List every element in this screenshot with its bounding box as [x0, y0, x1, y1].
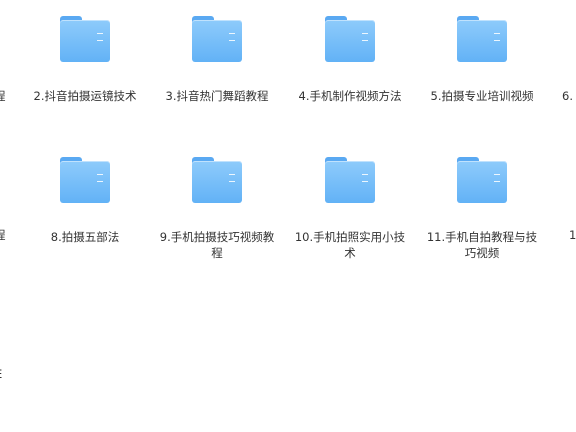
folder-name: 4.手机制作视频方法 — [298, 89, 402, 103]
folder-name: 2.抖音拍摄运镜技术 — [33, 89, 137, 103]
clipped-text-left: 程 — [0, 227, 6, 243]
folder-icon — [192, 157, 242, 203]
folder-icon — [60, 157, 110, 203]
file-explorer-view: 2.抖音拍摄运镜技术 3.抖音热门舞蹈教程 4.手机制作视频方法 5.拍摄专业培… — [0, 0, 576, 432]
folder-name: 5.拍摄专业培训视频 — [430, 89, 534, 103]
folder-icon — [60, 16, 110, 62]
folder-icon — [325, 157, 375, 203]
folder-name: 10.手机拍照实用小技术 — [294, 230, 406, 260]
clipped-text-left: E — [0, 366, 2, 382]
clipped-text-left: 程 — [0, 88, 6, 104]
clipped-text-right: 6. — [562, 89, 573, 103]
clipped-text-right: 1 — [569, 228, 576, 242]
folder-icon — [457, 16, 507, 62]
folder-name: 9.手机拍摄技巧视频教程 — [159, 230, 275, 260]
folder-icon — [192, 16, 242, 62]
folder-name: 8.拍摄五部法 — [50, 230, 120, 244]
folder-name: 11.手机自拍教程与技巧视频 — [426, 230, 538, 260]
folder-name: 3.抖音热门舞蹈教程 — [165, 89, 269, 103]
folder-icon — [325, 16, 375, 62]
folder-icon — [457, 157, 507, 203]
